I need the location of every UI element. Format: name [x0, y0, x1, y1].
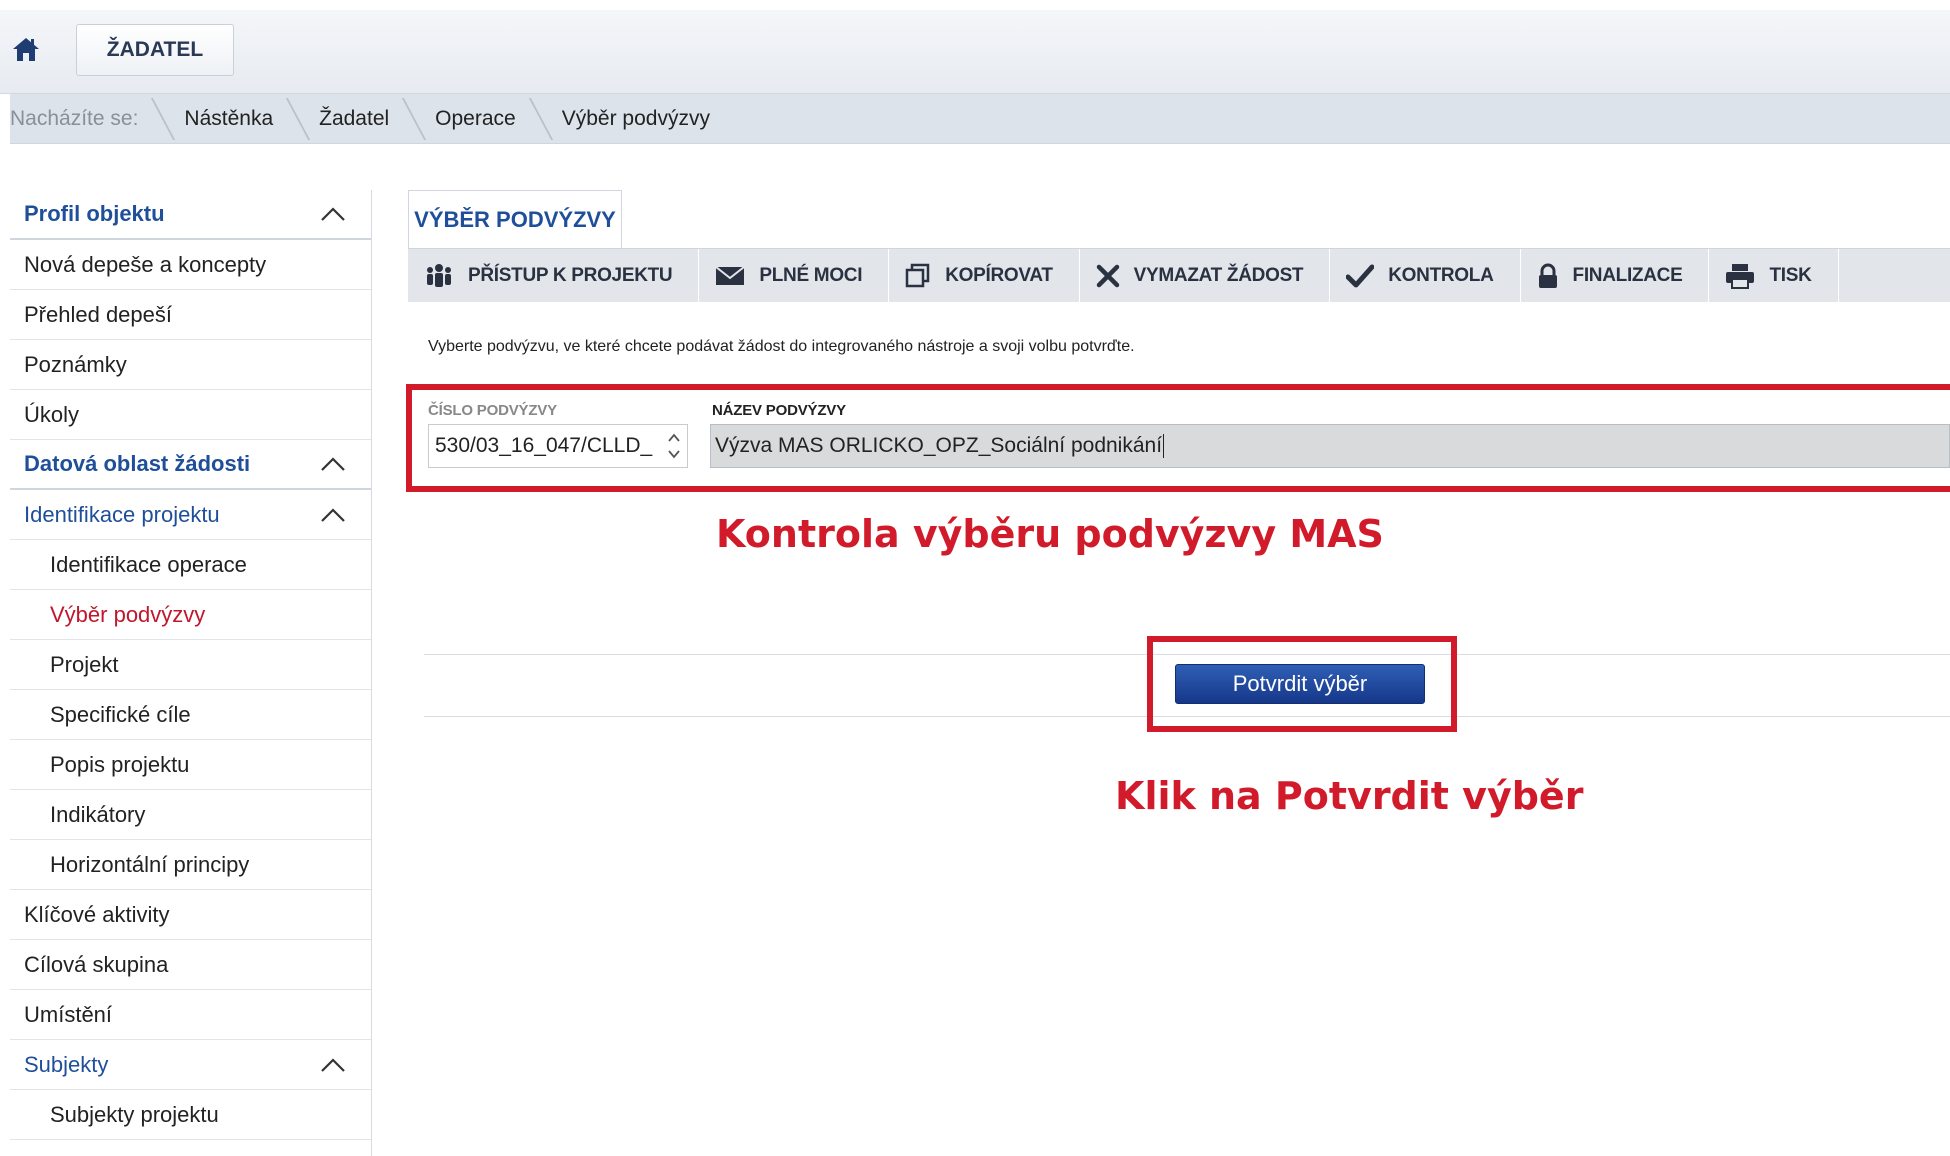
- breadcrumb-prefix: Nacházíte se:: [10, 94, 164, 143]
- sidebar-item-label: Identifikace operace: [50, 551, 247, 577]
- sidebar-item-cilova-skupina[interactable]: Cílová skupina: [10, 940, 371, 990]
- chevron-up-icon[interactable]: [319, 204, 347, 224]
- toolbar-label: VYMAZAT ŽÁDOST: [1133, 264, 1304, 286]
- annotation-click-note: Klik na Potvrdit výběr: [1115, 774, 1584, 818]
- check-icon: [1346, 264, 1375, 287]
- tisk-button[interactable]: TISK: [1709, 249, 1839, 302]
- sidebar-item-label: Horizontální principy: [50, 851, 250, 877]
- sidebar-group-identifikace-projektu[interactable]: Identifikace projektu: [10, 490, 371, 540]
- sidebar-item-label: Nová depeše a koncepty: [24, 251, 267, 277]
- sidebar-item-horizontalni-principy[interactable]: Horizontální principy: [10, 840, 371, 890]
- toolbar-label: PLNÉ MOCI: [759, 264, 863, 286]
- toolbar-label: TISK: [1769, 264, 1812, 286]
- chevron-up-icon[interactable]: [319, 454, 347, 474]
- potvrdit-vyber-button[interactable]: Potvrdit výběr: [1175, 664, 1425, 704]
- envelope-icon: [715, 265, 745, 285]
- sidebar-item-label: Úkoly: [24, 401, 80, 427]
- copy-icon: [905, 263, 930, 287]
- sidebar-section-profil-objektu[interactable]: Profil objektu: [10, 190, 371, 240]
- sidebar-item-vyber-podvyzvy[interactable]: Výběr podvýzvy: [10, 590, 371, 640]
- sidebar-item-label: Popis projektu: [50, 751, 190, 777]
- sidebar-item-indikatory[interactable]: Indikátory: [10, 790, 371, 840]
- pristup-k-projektu-button[interactable]: PŘÍSTUP K PROJEKTU: [408, 249, 700, 302]
- breadcrumb-item-nastenka[interactable]: Nástěnka: [164, 94, 299, 143]
- tab-vyber-podvyzvy[interactable]: VÝBĚR PODVÝZVY: [408, 190, 622, 248]
- chevron-up-icon[interactable]: [319, 505, 347, 525]
- kontrola-button[interactable]: KONTROLA: [1330, 249, 1521, 302]
- sidebar-item-label: Klíčové aktivity: [24, 901, 170, 927]
- sidebar-item-projekt[interactable]: Projekt: [10, 640, 371, 690]
- vymazat-zadost-button[interactable]: VYMAZAT ŽÁDOST: [1080, 249, 1331, 302]
- kopirovat-button[interactable]: KOPÍROVAT: [889, 249, 1080, 302]
- annotation-check-note: Kontrola výběru podvýzvy MAS: [716, 512, 1384, 556]
- sidebar-item-umisteni[interactable]: Umístění: [10, 990, 371, 1040]
- sidebar-item-identifikace-operace[interactable]: Identifikace operace: [10, 540, 371, 590]
- delete-icon: [1096, 264, 1119, 287]
- sidebar-item-label: Umístění: [24, 1001, 113, 1027]
- sidebar-item-label: Identifikace projektu: [24, 501, 220, 527]
- sidebar-item-label: Cílová skupina: [24, 951, 169, 977]
- people-icon: [427, 263, 451, 287]
- sidebar-item-label: Datová oblast žádosti: [24, 451, 251, 476]
- sidebar-item-label: Výběr podvýzvy: [50, 601, 206, 627]
- sidebar-group-subjekty[interactable]: Subjekty: [10, 1040, 371, 1090]
- toolbar-label: KOPÍROVAT: [945, 264, 1053, 286]
- sidebar-item-nova-depese[interactable]: Nová depeše a koncepty: [10, 240, 371, 290]
- top-bar: ŽADATEL: [0, 10, 1950, 94]
- toolbar-label: FINALIZACE: [1572, 264, 1683, 286]
- sidebar-item-klicove-aktivity[interactable]: Klíčové aktivity: [10, 890, 371, 940]
- finalizace-button[interactable]: FINALIZACE: [1521, 249, 1710, 302]
- action-toolbar: PŘÍSTUP K PROJEKTU PLNÉ MOCI KOPÍROVAT V…: [408, 248, 1950, 302]
- instruction-text: Vyberte podvýzvu, ve které chcete podáva…: [428, 338, 1135, 355]
- sidebar-item-label: Přehled depeší: [24, 301, 172, 327]
- lock-icon: [1538, 263, 1557, 288]
- sidebar-section-datova-oblast[interactable]: Datová oblast žádosti: [10, 440, 371, 490]
- sidebar-item-label: Subjekty projektu: [50, 1101, 219, 1127]
- sidebar-item-label: Profil objektu: [24, 201, 165, 226]
- sidebar-item-specificke-cile[interactable]: Specifické cíle: [10, 690, 371, 740]
- toolbar-label: PŘÍSTUP K PROJEKTU: [468, 264, 673, 286]
- sidebar-item-popis-projektu[interactable]: Popis projektu: [10, 740, 371, 790]
- sidebar-item-label: Subjekty: [24, 1051, 109, 1077]
- sidebar-item-prehled-depesi[interactable]: Přehled depeší: [10, 290, 371, 340]
- sidebar-item-poznamky[interactable]: Poznámky: [10, 340, 371, 390]
- home-icon[interactable]: [8, 32, 44, 66]
- sidebar-item-label: Projekt: [50, 651, 119, 677]
- role-zadatel-button[interactable]: ŽADATEL: [76, 24, 234, 76]
- sidebar-item-label: Poznámky: [24, 351, 127, 377]
- sidebar-item-ukoly[interactable]: Úkoly: [10, 390, 371, 440]
- sidebar: Profil objektu Nová depeše a koncepty Př…: [10, 190, 372, 1156]
- toolbar-label: KONTROLA: [1388, 264, 1494, 286]
- breadcrumb-item-operace[interactable]: Operace: [415, 94, 542, 143]
- print-icon: [1726, 263, 1755, 289]
- plne-moci-button[interactable]: PLNÉ MOCI: [699, 249, 890, 302]
- chevron-up-icon[interactable]: [319, 1055, 347, 1075]
- breadcrumb-item-current: Výběr podvýzvy: [561, 106, 710, 130]
- sidebar-item-label: Indikátory: [50, 801, 146, 827]
- highlight-box-fields: [406, 384, 1950, 492]
- breadcrumb-item-zadatel[interactable]: Žadatel: [299, 94, 415, 143]
- breadcrumb: Nacházíte se: Nástěnka Žadatel Operace V…: [10, 94, 1950, 144]
- sidebar-item-label: Specifické cíle: [50, 701, 191, 727]
- sidebar-item-subjekty-projektu[interactable]: Subjekty projektu: [10, 1090, 371, 1140]
